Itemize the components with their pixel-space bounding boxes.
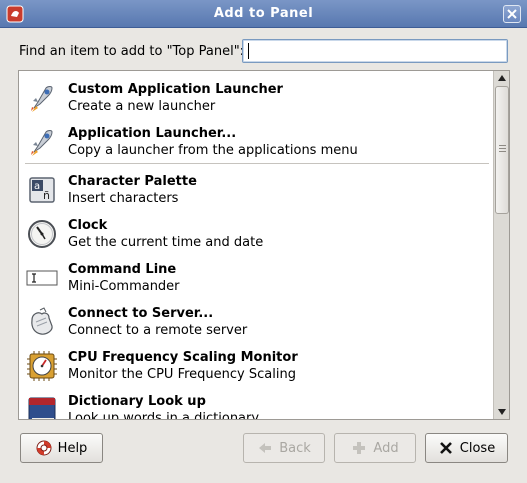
scroll-thumb[interactable]: [495, 86, 509, 214]
item-description: Insert characters: [68, 191, 179, 206]
list-separator: [25, 163, 489, 165]
item-name: Connect to Server...: [68, 306, 214, 321]
item-description: Copy a launcher from the applications me…: [68, 143, 358, 158]
list-item[interactable]: Application Launcher... Copy a launcher …: [19, 118, 491, 162]
character-palette-icon: a ñ: [29, 177, 55, 203]
list-item[interactable]: Dictionary Look up Look up words in a di…: [19, 386, 491, 420]
text-caret: [248, 43, 249, 59]
close-button-label: Close: [459, 440, 496, 456]
item-description: Connect to a remote server: [68, 323, 248, 338]
cpu-gauge-icon: [27, 351, 57, 381]
item-description: Look up words in a dictionary: [68, 411, 260, 420]
title-bar: Add to Panel: [0, 0, 527, 28]
help-lifebuoy-icon: [36, 440, 52, 456]
item-description: Mini-Commander: [68, 279, 180, 294]
rocket-icon: [31, 86, 53, 112]
item-description: Monitor the CPU Frequency Scaling: [68, 367, 296, 382]
add-button[interactable]: Add: [334, 433, 416, 463]
item-name: CPU Frequency Scaling Monitor: [68, 350, 298, 365]
dictionary-icon: [28, 397, 56, 419]
item-name: Dictionary Look up: [68, 394, 206, 409]
item-description: Get the current time and date: [68, 235, 264, 250]
list-item[interactable]: a ñ Character Palette Insert characters: [19, 166, 491, 210]
svg-text:a: a: [34, 181, 40, 192]
item-name: Command Line: [68, 262, 177, 277]
plus-icon: [353, 442, 366, 454]
close-button[interactable]: Close: [425, 433, 508, 463]
arrow-up-icon: [498, 75, 506, 81]
window-title: Add to Panel: [213, 6, 314, 21]
close-icon: [507, 9, 517, 19]
item-name: Application Launcher...: [68, 126, 237, 141]
list-item[interactable]: Command Line Mini-Commander: [19, 254, 491, 298]
add-button-label: Add: [373, 440, 399, 456]
help-button-label: Help: [57, 440, 88, 456]
window-close-button[interactable]: [503, 5, 521, 23]
search-input[interactable]: [242, 39, 508, 63]
terminal-icon: [26, 270, 58, 286]
arrow-down-icon: [498, 409, 506, 415]
item-name: Custom Application Launcher: [68, 82, 283, 97]
list-item[interactable]: Connect to Server... Connect to a remote…: [19, 298, 491, 342]
arrow-left-icon: [259, 443, 272, 453]
list-item[interactable]: CPU Frequency Scaling Monitor Monitor th…: [19, 342, 491, 386]
list-item[interactable]: Custom Application Launcher Create a new…: [19, 74, 491, 118]
item-description: Create a new launcher: [68, 99, 216, 114]
back-button[interactable]: Back: [243, 433, 325, 463]
clock-icon: [28, 220, 56, 248]
svg-text:ñ: ñ: [43, 189, 50, 202]
back-button-label: Back: [279, 440, 311, 456]
scroll-down-button[interactable]: [494, 405, 509, 419]
list-item[interactable]: Clock Get the current time and date: [19, 210, 491, 254]
network-server-icon: [31, 307, 53, 335]
scroll-up-button[interactable]: [494, 71, 509, 85]
help-button[interactable]: Help: [20, 433, 103, 463]
item-name: Clock: [68, 218, 108, 233]
find-label: Find an item to add to "Top Panel":: [19, 44, 245, 59]
item-name: Character Palette: [68, 174, 197, 189]
close-icon: [439, 442, 452, 454]
rocket-icon: [31, 130, 53, 156]
item-list: Custom Application Launcher Create a new…: [18, 70, 510, 420]
list-scrollbar[interactable]: [493, 71, 509, 419]
